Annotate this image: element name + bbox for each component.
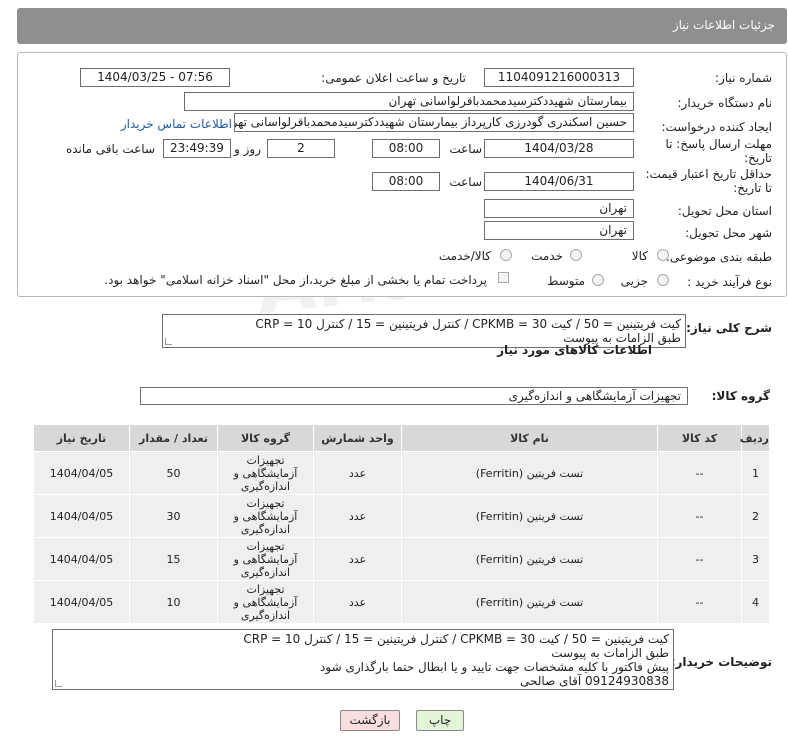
buyer-notes-line-3: پیش فاکتور با کلیه مشخصات جهت تایید و یا… — [320, 660, 669, 674]
price-date-field: 1404/06/31 — [484, 172, 634, 191]
need-number-field: 1104091216000313 — [484, 68, 634, 87]
page-title: جزئیات اطلاعات نیاز — [672, 18, 775, 32]
province-label: استان محل تحویل: — [677, 204, 772, 218]
col-unit: واحد شمارش — [313, 424, 402, 452]
category-goods-label: کالا — [631, 249, 648, 263]
table-row: 1 -- تست فریتین (Ferritin) عدد تجهیزات آ… — [33, 451, 770, 495]
table-row: 4 -- تست فریتین (Ferritin) عدد تجهیزات آ… — [33, 580, 770, 624]
days-label: روز و — [234, 142, 261, 156]
process-minor-radio[interactable] — [657, 274, 669, 286]
cell-name: تست فریتین (Ferritin) — [401, 451, 658, 495]
reply-time-field: 08:00 — [372, 139, 440, 158]
reply-deadline-label: مهلت ارسال پاسخ: تا تاریخ: — [665, 137, 772, 165]
goods-section-title: اطلاعات کالاهای مورد نیاز — [497, 343, 652, 357]
cell-date: 1404/04/05 — [33, 451, 130, 495]
cell-date: 1404/04/05 — [33, 580, 130, 624]
remaining-time-field: 23:49:39 — [163, 139, 231, 158]
goods-table: ردیف کد کالا نام کالا واحد شمارش گروه کا… — [33, 424, 770, 624]
cell-code: -- — [657, 451, 742, 495]
cell-qty: 50 — [129, 451, 218, 495]
cell-code: -- — [657, 537, 742, 581]
col-group: گروه کالا — [217, 424, 314, 452]
price-deadline-label: حداقل تاریخ اعتبار قیمت: تا تاریخ: — [645, 167, 772, 195]
cell-row: 2 — [741, 494, 770, 538]
city-field: تهران — [484, 221, 634, 240]
buyer-notes-line-4: 09124930838 آقای صالحی — [520, 674, 669, 688]
cell-qty: 30 — [129, 494, 218, 538]
cell-row: 3 — [741, 537, 770, 581]
buyer-contact-link[interactable]: اطلاعات تماس خریدار — [121, 117, 232, 131]
process-label: نوع فرآیند خرید : — [687, 275, 772, 289]
cell-row: 1 — [741, 451, 770, 495]
cell-group: تجهیزات آزمایشگاهی و اندازه‌گیری — [217, 494, 314, 538]
print-button[interactable]: چاپ — [416, 710, 464, 731]
table-row: 2 -- تست فریتین (Ferritin) عدد تجهیزات آ… — [33, 494, 770, 538]
general-desc-line-1: کیت فریتینین = 50 / کیت CPKMB = 30 / کنت… — [255, 317, 681, 331]
col-qty: تعداد / مقدار — [129, 424, 218, 452]
col-date: تاریخ نیاز — [33, 424, 130, 452]
city-label: شهر محل تحویل: — [685, 226, 772, 240]
table-row: 3 -- تست فریتین (Ferritin) عدد تجهیزات آ… — [33, 537, 770, 581]
cell-name: تست فریتین (Ferritin) — [401, 494, 658, 538]
cell-name: تست فریتین (Ferritin) — [401, 537, 658, 581]
category-service-radio[interactable] — [570, 249, 582, 261]
cell-row: 4 — [741, 580, 770, 624]
category-both-radio[interactable] — [500, 249, 512, 261]
category-service-label: خدمت — [531, 249, 563, 263]
cell-code: -- — [657, 580, 742, 624]
process-minor-label: جزیی — [620, 274, 648, 288]
reply-date-field: 1404/03/28 — [484, 139, 634, 158]
col-name: نام کالا — [401, 424, 658, 452]
general-desc-label: شرح کلی نیاز: — [686, 321, 772, 335]
buyer-org-label: نام دستگاه خریدار: — [677, 96, 773, 110]
price-time-field: 08:00 — [372, 172, 440, 191]
goods-group-label: گروه کالا: — [711, 389, 770, 403]
category-both-label: کالا/خدمت — [438, 249, 491, 263]
cell-date: 1404/04/05 — [33, 494, 130, 538]
treasury-payment-checkbox[interactable] — [498, 272, 509, 283]
cell-qty: 15 — [129, 537, 218, 581]
creator-label: ایجاد کننده درخواست: — [661, 120, 772, 134]
cell-group: تجهیزات آزمایشگاهی و اندازه‌گیری — [217, 537, 314, 581]
col-row: ردیف — [740, 424, 770, 452]
category-label: طبقه بندی موضوعی: — [665, 250, 772, 264]
cell-date: 1404/04/05 — [33, 537, 130, 581]
goods-group-field: تجهیزات آزمایشگاهی و اندازه‌گیری — [140, 387, 688, 405]
cell-unit: عدد — [313, 494, 402, 538]
resize-grip-icon[interactable] — [55, 680, 62, 687]
announce-label: تاریخ و ساعت اعلان عمومی: — [321, 71, 466, 85]
buyer-notes-label: توضیحات خریدار: — [670, 655, 772, 669]
cell-unit: عدد — [313, 451, 402, 495]
page-header: جزئیات اطلاعات نیاز — [17, 8, 787, 44]
creator-field: حسین اسکندری گودرزی کارپرداز بیمارستان ش… — [234, 113, 634, 132]
process-medium-label: متوسط — [547, 274, 585, 288]
goods-table-header: ردیف کد کالا نام کالا واحد شمارش گروه کا… — [33, 424, 770, 452]
province-field: تهران — [484, 199, 634, 218]
treasury-payment-note: پرداخت تمام یا بخشی از مبلغ خرید،از محل … — [104, 273, 487, 287]
cell-group: تجهیزات آزمایشگاهی و اندازه‌گیری — [217, 451, 314, 495]
days-count-field: 2 — [267, 139, 335, 158]
buyer-notes-line-1: کیت فریتینین = 50 / کیت CPKMB = 30 / کنت… — [243, 632, 669, 646]
buyer-notes-line-2: طبق الزامات به پیوست — [551, 646, 669, 660]
price-time-label: ساعت — [449, 175, 482, 189]
remaining-label: ساعت باقی مانده — [65, 142, 155, 156]
cell-unit: عدد — [313, 537, 402, 581]
process-medium-radio[interactable] — [592, 274, 604, 286]
back-button[interactable]: بازگشت — [340, 710, 400, 731]
buyer-notes-textarea[interactable]: کیت فریتینین = 50 / کیت CPKMB = 30 / کنت… — [52, 629, 674, 690]
cell-qty: 10 — [129, 580, 218, 624]
col-code: کد کالا — [657, 424, 742, 452]
cell-name: تست فریتین (Ferritin) — [401, 580, 658, 624]
cell-unit: عدد — [313, 580, 402, 624]
cell-code: -- — [657, 494, 742, 538]
cell-group: تجهیزات آزمایشگاهی و اندازه‌گیری — [217, 580, 314, 624]
buyer-org-field: بیمارستان شهیددکترسیدمحمدباقرلواسانی تهر… — [184, 92, 634, 111]
reply-time-label: ساعت — [449, 142, 482, 156]
need-number-label: شماره نیاز: — [715, 71, 772, 85]
announce-datetime-field: 1404/03/25 - 07:56 — [80, 68, 230, 87]
resize-grip-icon[interactable] — [165, 338, 172, 345]
category-goods-radio[interactable] — [657, 249, 669, 261]
